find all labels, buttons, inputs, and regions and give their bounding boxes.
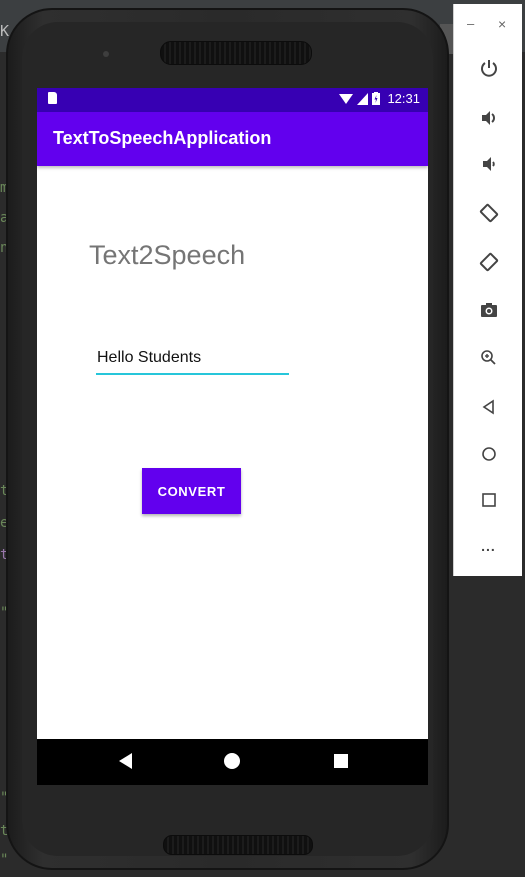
nav-back-icon[interactable]	[119, 753, 133, 769]
battery-icon	[372, 92, 381, 105]
nav-home-icon[interactable]	[224, 753, 240, 769]
app-title: TextToSpeechApplication	[53, 128, 272, 148]
volume-down-button[interactable]	[454, 144, 523, 184]
power-icon	[480, 60, 497, 77]
volume-up-icon	[481, 111, 495, 125]
overview-button[interactable]	[454, 480, 523, 520]
volume-down-icon	[482, 157, 495, 171]
camera-icon	[480, 303, 497, 317]
status-bar: 12:31	[37, 88, 428, 112]
home-button[interactable]	[454, 434, 523, 474]
rotate-left-button[interactable]	[454, 193, 523, 233]
back-button[interactable]	[454, 387, 523, 427]
minimize-button[interactable]: –	[467, 16, 474, 31]
rotate-right-button[interactable]	[454, 242, 523, 282]
emulator-toolbar: – × ...	[453, 4, 522, 576]
top-speaker	[160, 41, 312, 65]
power-button[interactable]	[454, 48, 523, 88]
zoom-icon	[480, 350, 496, 365]
signal-icon	[357, 92, 369, 105]
app-bar: TextToSpeechApplication	[37, 112, 428, 166]
status-time: 12:31	[387, 91, 420, 106]
overview-icon	[481, 493, 496, 507]
zoom-button[interactable]	[454, 338, 523, 378]
rotate-right-icon	[479, 252, 498, 272]
convert-button[interactable]: CONVERT	[142, 468, 241, 514]
more-icon: ...	[481, 538, 496, 554]
text-input[interactable]: Hello Students	[96, 345, 289, 375]
more-button[interactable]: ...	[454, 526, 523, 566]
screenshot-button[interactable]	[454, 290, 523, 330]
rotate-left-icon	[479, 203, 498, 223]
home-icon	[481, 447, 496, 461]
device-screen: 12:31 TextToSpeechApplication Text2Speec…	[37, 88, 428, 785]
bottom-speaker	[163, 835, 313, 855]
close-button[interactable]: ×	[498, 16, 506, 32]
sd-card-icon	[48, 92, 57, 104]
navigation-bar	[37, 739, 428, 785]
back-icon	[482, 399, 494, 415]
nav-overview-icon[interactable]	[334, 753, 348, 769]
text-input-value[interactable]: Hello Students	[97, 349, 201, 367]
wifi-icon	[339, 93, 354, 104]
page-heading: Text2Speech	[89, 240, 246, 270]
volume-up-button[interactable]	[454, 98, 523, 138]
front-camera	[103, 51, 109, 57]
code-fragment: "	[0, 852, 9, 868]
